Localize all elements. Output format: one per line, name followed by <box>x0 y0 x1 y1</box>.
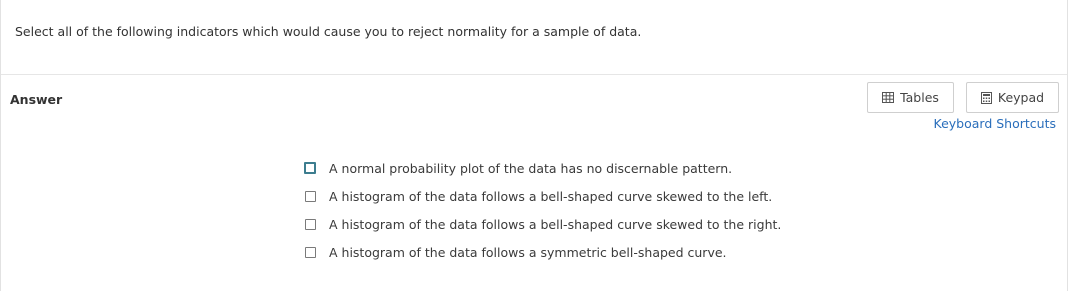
option-label: A normal probability plot of the data ha… <box>329 160 733 176</box>
option-label: A histogram of the data follows a symmet… <box>329 244 727 260</box>
option-symmetric-bell[interactable]: A histogram of the data follows a symmet… <box>305 238 781 266</box>
calculator-icon <box>980 91 992 104</box>
question-prompt: Select all of the following indicators w… <box>15 24 642 39</box>
tables-button[interactable]: Tables <box>867 82 954 113</box>
option-checkbox[interactable] <box>305 218 316 230</box>
option-no-discernable-pattern[interactable]: A normal probability plot of the data ha… <box>304 154 781 182</box>
keypad-button-label: Keypad <box>997 90 1045 105</box>
question-panel: Select all of the following indicators w… <box>0 0 1068 291</box>
option-checkbox[interactable] <box>304 162 316 174</box>
option-checkbox[interactable] <box>305 246 316 258</box>
table-grid-icon <box>882 92 895 103</box>
option-skewed-right[interactable]: A histogram of the data follows a bell-s… <box>305 210 781 238</box>
option-label: A histogram of the data follows a bell-s… <box>329 188 773 204</box>
answer-options: A normal probability plot of the data ha… <box>304 154 781 266</box>
option-checkbox[interactable] <box>305 190 316 202</box>
section-divider <box>1 74 1067 75</box>
keypad-button[interactable]: Keypad <box>966 82 1059 113</box>
option-label: A histogram of the data follows a bell-s… <box>329 216 782 232</box>
answer-heading: Answer <box>10 92 63 107</box>
option-skewed-left[interactable]: A histogram of the data follows a bell-s… <box>305 182 781 210</box>
tables-button-label: Tables <box>900 90 939 105</box>
keyboard-shortcuts-link[interactable]: Keyboard Shortcuts <box>934 116 1057 131</box>
